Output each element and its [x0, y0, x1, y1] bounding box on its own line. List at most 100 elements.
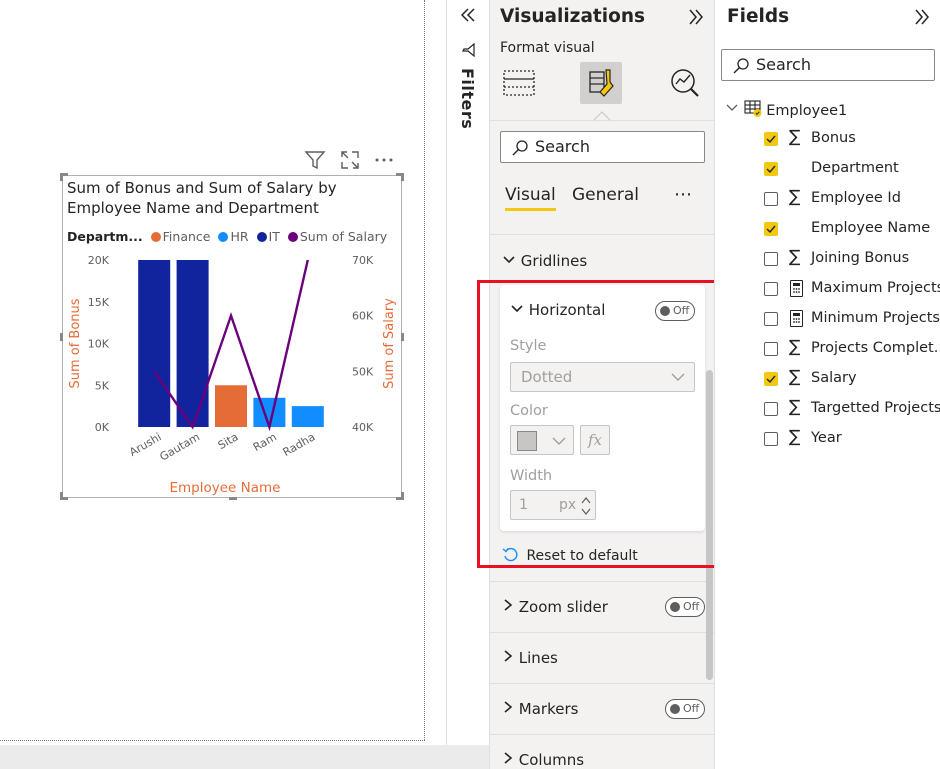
resize-handle[interactable] — [401, 492, 404, 500]
bar-it[interactable] — [176, 260, 209, 427]
pane-title: Fields — [727, 6, 790, 27]
field-checkbox[interactable] — [764, 432, 778, 446]
search-icon — [512, 140, 528, 156]
visual-header — [300, 148, 400, 172]
field-label: Department — [811, 160, 899, 176]
y2-tick-label: 60K — [352, 310, 374, 323]
collapse-chevrons-icon[interactable] — [685, 6, 707, 28]
field-checkbox[interactable] — [764, 252, 778, 266]
field-label: Employee Id — [811, 190, 901, 206]
legend-item-hr[interactable]: HR — [218, 229, 249, 244]
filter-funnel-icon — [462, 42, 475, 58]
highlight-annotation-box — [477, 280, 740, 568]
field-item[interactable]: ∑ Bonus — [715, 127, 940, 151]
legend-title: Departm... — [67, 229, 143, 244]
x-tick-label: Radha — [281, 430, 318, 459]
field-item[interactable]: ∑ Employee Id — [715, 187, 940, 211]
field-item[interactable]: ∑ Joining Bonus — [715, 247, 940, 271]
chart-plot: 0K5K10K15K20K40K50K60K70KArushiGautam Sit… — [68, 254, 397, 496]
field-checkbox[interactable] — [764, 282, 778, 296]
field-item[interactable]: ∑ Year — [715, 427, 940, 451]
chevron-right-icon — [504, 599, 513, 611]
sigma-icon: ∑ — [789, 337, 801, 357]
sigma-icon: ∑ — [789, 427, 801, 447]
field-checkbox[interactable] — [764, 222, 778, 236]
toggle-knob — [670, 704, 680, 714]
field-item[interactable]: Department — [715, 159, 940, 181]
tab-visual[interactable]: Visual — [505, 185, 556, 211]
chevron-right-icon — [504, 701, 513, 713]
legend-dot-icon — [256, 232, 267, 242]
y-tick-label: 15K — [88, 296, 110, 309]
expand-chevrons-icon[interactable] — [459, 6, 477, 24]
y2-tick-label: 70K — [352, 254, 374, 267]
resize-handle[interactable] — [401, 333, 404, 341]
chevron-right-icon — [504, 752, 513, 764]
report-canvas: Sum of Bonus and Sum of Salary by Employ… — [0, 0, 446, 769]
checkmark-icon — [766, 225, 776, 234]
table-employee1[interactable]: Employee1 — [725, 99, 847, 119]
divider — [490, 683, 715, 684]
field-checkbox[interactable] — [764, 162, 778, 176]
field-item[interactable]: Maximum Projects — [715, 279, 940, 301]
zoom-slider-toggle[interactable]: Off — [665, 597, 705, 617]
divider — [490, 234, 715, 235]
chevron-right-icon — [504, 650, 513, 662]
sigma-icon: ∑ — [789, 247, 801, 267]
format-search-input[interactable]: Search — [500, 131, 705, 163]
build-visual-icon — [503, 70, 535, 96]
resize-handle[interactable] — [229, 497, 237, 500]
filter-icon[interactable] — [303, 148, 327, 172]
columns-section[interactable]: Columns — [502, 751, 584, 769]
legend-item-finance[interactable]: Finance — [150, 229, 210, 244]
search-placeholder: Search — [756, 55, 811, 74]
bar-it[interactable] — [138, 260, 171, 427]
divider — [490, 632, 715, 633]
field-item[interactable]: ∑ Targetted Projects — [715, 397, 940, 421]
field-item[interactable]: ∑ Projects Complet... — [715, 337, 940, 361]
bar-hr[interactable] — [291, 406, 324, 427]
focus-mode-icon[interactable] — [338, 148, 362, 172]
gridlines-section-header[interactable]: Gridlines — [502, 252, 587, 270]
combo-chart-visual[interactable]: Sum of Bonus and Sum of Salary by Employ… — [60, 173, 404, 500]
field-item[interactable]: Minimum Projects — [715, 309, 940, 331]
resize-handle[interactable] — [401, 173, 404, 181]
field-checkbox[interactable] — [764, 402, 778, 416]
bar-finance[interactable] — [215, 385, 247, 427]
analytics-tab[interactable] — [664, 62, 706, 104]
field-checkbox[interactable] — [764, 342, 778, 356]
lines-section[interactable]: Lines — [502, 649, 558, 667]
field-item[interactable]: Employee Name — [715, 219, 940, 241]
y2-axis-title: Sum of Salary — [382, 298, 397, 389]
field-label: Bonus — [811, 130, 856, 146]
chevron-down-icon — [726, 104, 738, 111]
legend-item-it[interactable]: IT — [256, 229, 280, 244]
filters-label[interactable]: Filters — [458, 68, 477, 129]
legend-dot-icon — [150, 232, 161, 242]
field-checkbox[interactable] — [764, 132, 778, 146]
format-visual-tab[interactable] — [580, 62, 622, 104]
field-checkbox[interactable] — [764, 312, 778, 326]
markers-toggle[interactable]: Off — [665, 699, 705, 719]
page-boundary-right — [424, 0, 425, 740]
field-label: Joining Bonus — [811, 250, 910, 266]
field-item[interactable]: ∑ Salary — [715, 367, 940, 391]
x-tick-label: Sita — [216, 430, 241, 452]
markers-section[interactable]: Markers — [502, 700, 578, 718]
calculator-icon — [790, 280, 803, 297]
legend-item-sum-of-salary[interactable]: Sum of Salary — [287, 229, 387, 244]
more-options-button[interactable]: ⋯ — [674, 184, 693, 205]
build-visual-tab[interactable] — [498, 62, 540, 104]
tab-general[interactable]: General — [572, 185, 639, 205]
y2-tick-label: 40K — [352, 421, 374, 434]
field-checkbox[interactable] — [764, 192, 778, 206]
y-tick-label: 5K — [95, 379, 110, 392]
resize-handle[interactable] — [60, 173, 63, 181]
field-checkbox[interactable] — [764, 372, 778, 386]
checkmark-icon — [766, 135, 776, 144]
zoom-slider-section[interactable]: Zoom slider — [502, 598, 608, 616]
collapse-chevrons-icon[interactable] — [911, 6, 933, 28]
divider — [490, 581, 715, 582]
more-options-icon[interactable] — [372, 148, 396, 172]
fields-search-input[interactable]: Search — [721, 49, 935, 81]
